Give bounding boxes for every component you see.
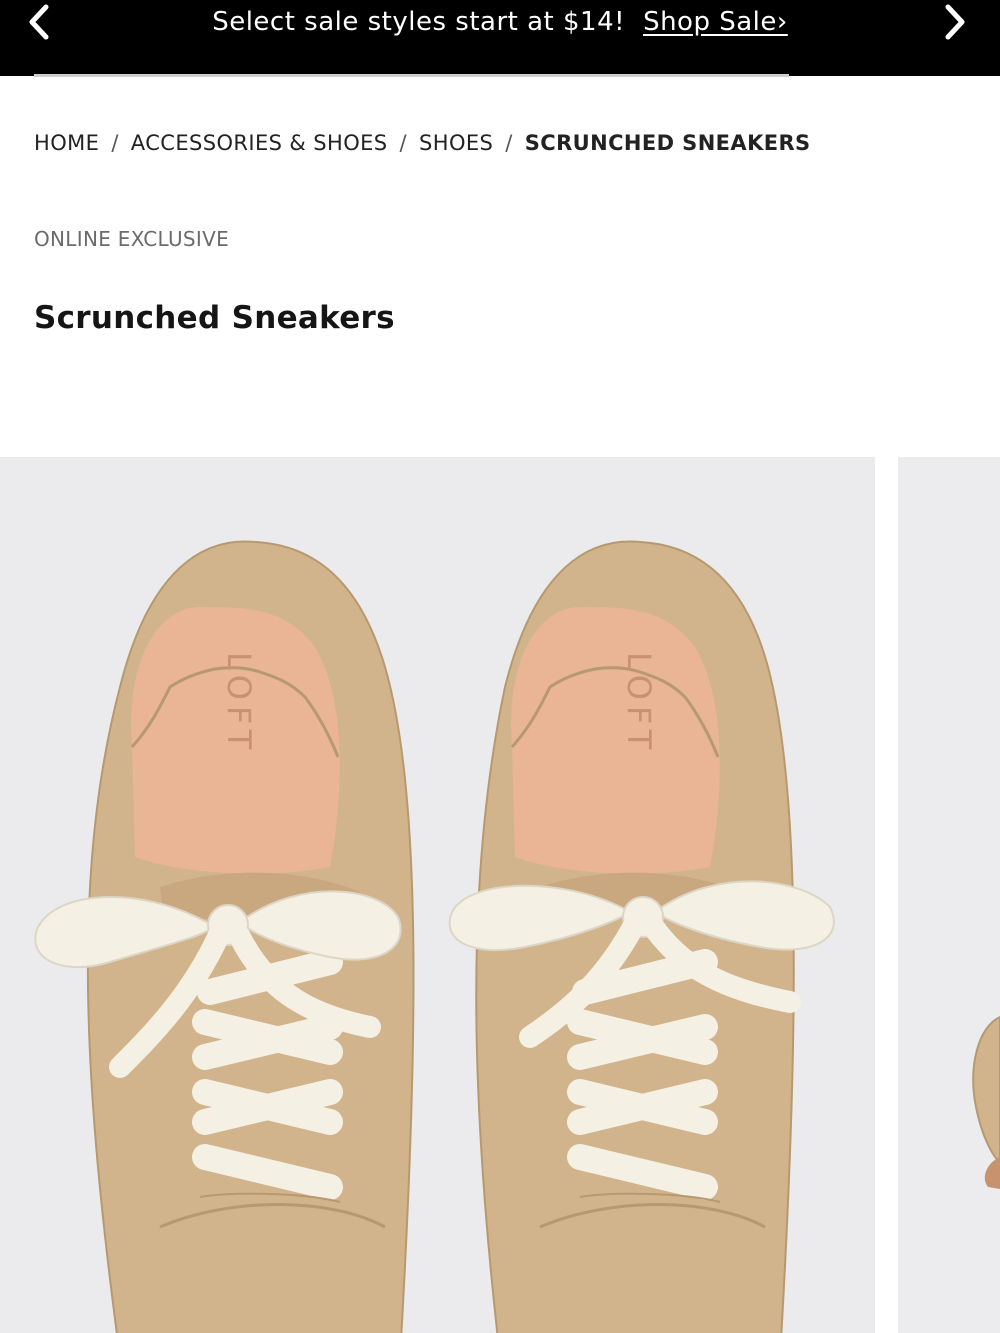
breadcrumb-separator: / xyxy=(111,131,119,155)
promo-message: Select sale styles start at $14! xyxy=(212,7,626,37)
breadcrumb-separator: / xyxy=(399,131,408,155)
insole-brand-text: LOFT xyxy=(620,652,658,755)
promo-banner: Select sale styles start at $14! Shop Sa… xyxy=(0,0,1000,76)
online-exclusive-badge: ONLINE EXCLUSIVE xyxy=(34,227,230,251)
promo-next-button[interactable] xyxy=(930,0,980,44)
shop-sale-link[interactable]: Shop Sale› xyxy=(643,7,788,37)
breadcrumb-separator: / xyxy=(505,131,513,155)
sneakers-photo: LOFT LOFT xyxy=(0,457,875,1333)
breadcrumb-accessories-shoes[interactable]: ACCESSORIES & SHOES xyxy=(131,131,388,155)
sneaker-side-photo xyxy=(898,457,1000,1333)
promo-text: Select sale styles start at $14! Shop Sa… xyxy=(0,0,1000,44)
breadcrumb: HOME / ACCESSORIES & SHOES / SHOES / SCR… xyxy=(34,128,811,158)
breadcrumb-shoes[interactable]: SHOES xyxy=(419,131,493,155)
product-image-main[interactable]: LOFT LOFT xyxy=(0,457,875,1333)
header-divider xyxy=(34,74,789,77)
breadcrumb-home[interactable]: HOME xyxy=(34,131,99,155)
insole-brand-text: LOFT xyxy=(220,652,258,755)
chevron-right-icon xyxy=(945,4,965,40)
product-title: Scrunched Sneakers xyxy=(34,300,395,336)
breadcrumb-current: SCRUNCHED SNEAKERS xyxy=(524,131,811,155)
product-image-next[interactable] xyxy=(898,457,1000,1333)
